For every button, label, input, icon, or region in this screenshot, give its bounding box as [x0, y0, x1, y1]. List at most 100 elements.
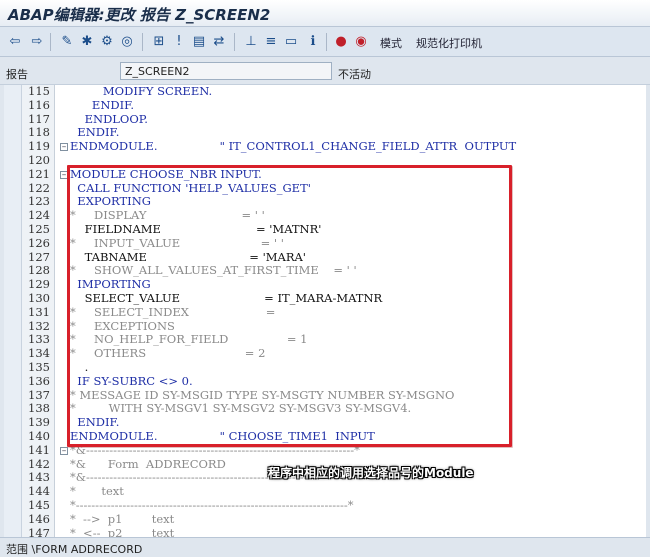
code-line: 133 * NO_HELP_FOR_FIELD = 1	[0, 333, 650, 347]
code-text: * SHOW_ALL_VALUES_AT_FIRST_TIME = ' '	[70, 263, 357, 278]
line-number: 123	[28, 194, 50, 209]
where-used-icon[interactable]: ◎	[118, 33, 136, 51]
toolbar-separator	[142, 33, 143, 51]
line-number: 146	[28, 511, 50, 526]
code-line: 124 * DISPLAY = ' '	[0, 208, 650, 223]
code-text: *&--------------------------------------…	[70, 442, 360, 457]
split-screen-icon[interactable]: ▭	[282, 33, 300, 51]
line-number: 140	[28, 429, 50, 443]
code-text: *---------------------------------------…	[70, 498, 354, 512]
code-line: 132 * EXCEPTIONS	[0, 318, 650, 334]
line-number: 130	[28, 291, 50, 305]
program-header: 报告 Z_SCREEN2 不活动	[0, 57, 650, 85]
pretty-printer-button[interactable]: 规范化打印机	[416, 35, 482, 51]
code-line: 131 * SELECT_INDEX =	[0, 304, 650, 320]
display-object-icon[interactable]: !	[170, 33, 188, 51]
code-text: * SELECT_INDEX =	[70, 304, 276, 319]
code-line: 123 EXPORTING	[0, 195, 650, 209]
code-text: .	[70, 360, 89, 374]
line-number: 119	[28, 139, 50, 154]
line-number: 141	[28, 442, 50, 457]
mode-button[interactable]: 模式	[380, 35, 402, 51]
code-line: 139 ENDIF.	[0, 415, 650, 430]
line-number: 124	[28, 208, 50, 223]
check-syntax-icon[interactable]: ✎	[58, 33, 76, 51]
code-line: 122 CALL FUNCTION 'HELP_VALUES_GET'	[0, 180, 650, 196]
report-label: 报告	[6, 68, 28, 81]
code-text: MODIFY SCREEN.	[70, 84, 213, 98]
code-text: * --> p1 text	[70, 511, 175, 526]
code-line: 127 TABNAME = 'MARA'	[0, 249, 650, 265]
code-text: * text	[70, 484, 124, 499]
code-text: ENDIF.	[70, 415, 120, 430]
activation-status: 不活动	[338, 68, 371, 81]
breakpoint-icon[interactable]: ●	[332, 33, 350, 51]
line-number: 133	[28, 332, 50, 347]
code-line: 116 ENDIF.	[0, 98, 650, 113]
report-name-field[interactable]: Z_SCREEN2	[120, 62, 332, 80]
code-line: 144 * text	[0, 484, 650, 499]
hierarchy-icon[interactable]: ⊥	[242, 33, 260, 51]
code-text: EXPORTING	[70, 194, 151, 209]
code-line: 126 * INPUT_VALUE = ' '	[0, 235, 650, 251]
line-number: 138	[28, 401, 50, 416]
code-text: MODULE CHOOSE_NBR INPUT.	[70, 166, 262, 181]
code-line: 137 * MESSAGE ID SY-MSGID TYPE SY-MSGTY N…	[0, 388, 650, 403]
code-text: *& Form ADDRECORD	[70, 456, 226, 471]
back-icon[interactable]: ⇦	[6, 33, 24, 51]
code-text: ENDIF.	[70, 125, 120, 140]
window-title: ABAP编辑器:更改 报告 Z_SCREEN2	[0, 0, 650, 27]
toolbar-separator	[50, 33, 51, 51]
application-toolbar: ⇦ ⇨ ✎ ✱ ⚙ ◎ ⊞ ! ▤ ⇄ ⊥ ≡ ▭ ℹ ● ◉ 模式 规范化打印…	[0, 27, 650, 57]
line-number: 145	[28, 498, 50, 512]
code-line: 118 ENDIF.	[0, 126, 650, 140]
code-line: 120	[0, 153, 650, 168]
fold-toggle-icon[interactable]: −	[60, 170, 68, 179]
code-line: 138 * WITH SY-MSGV1 SY-MSGV2 SY-MSGV3 SY-…	[0, 402, 650, 416]
code-line: 134 * OTHERS = 2	[0, 346, 650, 361]
line-number: 131	[28, 304, 50, 319]
line-number: 120	[28, 153, 50, 167]
code-line: 128 * SHOW_ALL_VALUES_AT_FIRST_TIME = ' '	[0, 264, 650, 278]
session-breakpoint-icon[interactable]: ◉	[352, 33, 370, 51]
status-bar: 范围 \FORM ADDRECORD	[0, 537, 650, 557]
pattern-icon[interactable]: ⇄	[210, 33, 228, 51]
line-number: 128	[28, 263, 50, 278]
insert-icon[interactable]: ▤	[190, 33, 208, 51]
test-icon[interactable]: ⚙	[98, 33, 116, 51]
line-number: 143	[28, 470, 50, 485]
fold-toggle-icon[interactable]: −	[60, 143, 68, 152]
navigation-icon[interactable]: ≡	[262, 33, 280, 51]
line-number: 132	[28, 318, 50, 333]
line-number: 134	[28, 346, 50, 361]
line-number: 126	[28, 235, 50, 250]
line-number: 127	[28, 249, 50, 264]
code-line: 125 FIELDNAME = 'MATNR'	[0, 222, 650, 237]
toolbar-separator	[326, 33, 327, 51]
code-line: 140 ENDMODULE. " CHOOSE_TIME1 INPUT	[0, 429, 650, 444]
line-number: 129	[28, 277, 50, 292]
code-line: 135 .	[0, 360, 650, 375]
code-text: * NO_HELP_FOR_FIELD = 1	[70, 332, 308, 347]
info-icon[interactable]: ℹ	[304, 33, 322, 51]
line-number: 136	[28, 373, 50, 388]
fold-toggle-icon[interactable]: −	[60, 446, 68, 455]
code-text: * WITH SY-MSGV1 SY-MSGV2 SY-MSGV3 SY-MSG…	[70, 401, 412, 416]
code-text: SELECT_VALUE = IT_MARA-MATNR	[70, 291, 383, 305]
code-line: 117 ENDLOOP.	[0, 112, 650, 127]
activate-icon[interactable]: ✱	[78, 33, 96, 51]
line-number: 121	[28, 166, 50, 181]
code-text: ENDMODULE. " CHOOSE_TIME1 INPUT	[70, 429, 375, 443]
line-number: 139	[28, 415, 50, 430]
object-list-icon[interactable]: ⊞	[150, 33, 168, 51]
line-number: 142	[28, 456, 50, 471]
code-line: 130 SELECT_VALUE = IT_MARA-MATNR	[0, 291, 650, 306]
code-text: * OTHERS = 2	[70, 346, 266, 361]
forward-icon[interactable]: ⇨	[28, 33, 46, 51]
line-number: 135	[28, 360, 50, 374]
code-text: * EXCEPTIONS	[70, 318, 175, 333]
code-text: * INPUT_VALUE = ' '	[70, 235, 284, 250]
code-line: 145 *------------------------------------…	[0, 498, 650, 513]
code-text: TABNAME = 'MARA'	[70, 249, 306, 264]
code-text: CALL FUNCTION 'HELP_VALUES_GET'	[70, 180, 311, 195]
